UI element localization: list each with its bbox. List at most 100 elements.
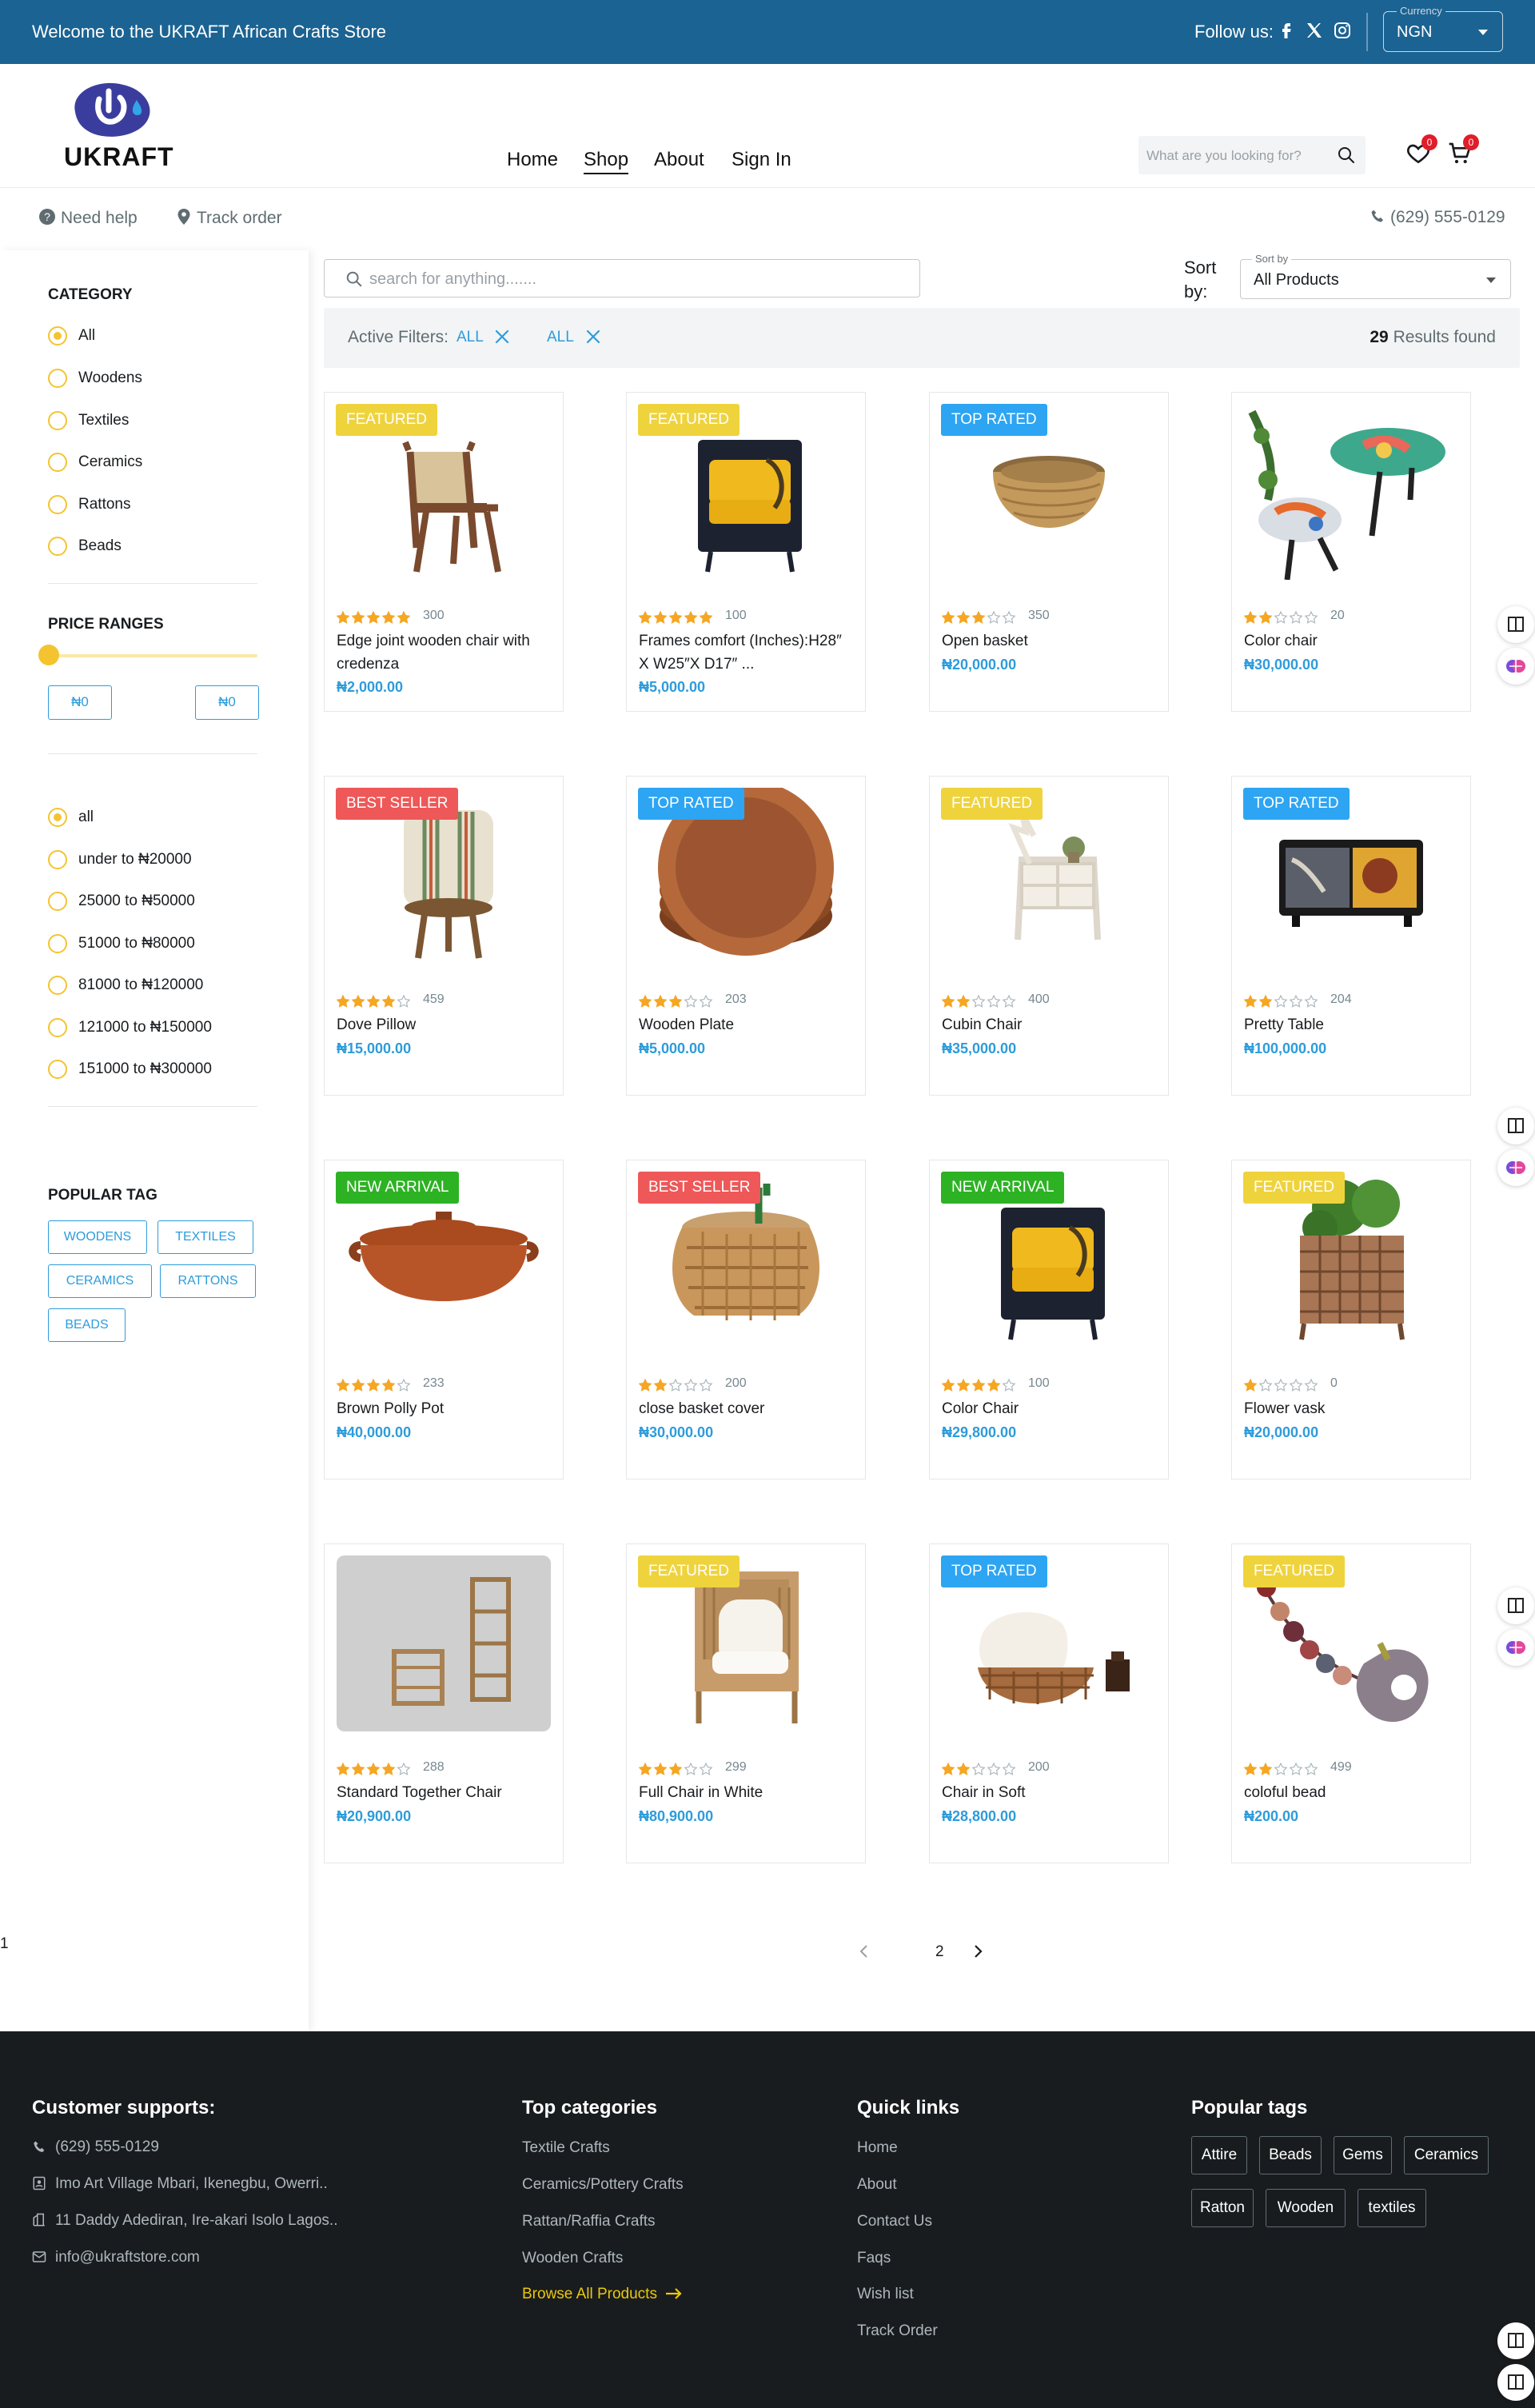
category-option-rattons[interactable]: Rattons bbox=[48, 495, 130, 514]
instagram-icon[interactable] bbox=[1333, 21, 1352, 40]
price-slider-track[interactable] bbox=[48, 654, 257, 657]
product-name[interactable]: Cubin Chair bbox=[942, 1013, 1158, 1036]
radio-button[interactable] bbox=[48, 976, 67, 995]
product-name[interactable]: Flower vask bbox=[1244, 1397, 1460, 1420]
footer-tag[interactable]: Ratton bbox=[1191, 2189, 1254, 2227]
category-option-all[interactable]: All bbox=[48, 326, 95, 345]
radio-button[interactable] bbox=[48, 326, 67, 345]
footer-quick-link[interactable]: Faqs bbox=[857, 2250, 891, 2267]
product-name[interactable]: Color Chair bbox=[942, 1397, 1158, 1420]
footer-quick-link[interactable]: Contact Us bbox=[857, 2213, 932, 2230]
book-widget[interactable] bbox=[1497, 606, 1534, 643]
book-widget[interactable] bbox=[1497, 2322, 1534, 2359]
category-option-beads[interactable]: Beads bbox=[48, 537, 122, 556]
facebook-icon[interactable] bbox=[1277, 21, 1296, 40]
product-name[interactable]: coloful bead bbox=[1244, 1781, 1460, 1804]
footer-quick-link[interactable]: Track Order bbox=[857, 2322, 938, 2340]
search-icon[interactable] bbox=[1337, 146, 1356, 165]
price-max-input[interactable]: ₦0 bbox=[195, 685, 259, 720]
product-card[interactable]: NEW ARRIVAL 100 Color Chair ₦29,800.00 bbox=[929, 1160, 1169, 1480]
chevron-left-icon[interactable] bbox=[857, 1943, 871, 1959]
radio-button[interactable] bbox=[48, 369, 67, 388]
close-icon[interactable] bbox=[492, 327, 512, 346]
product-name[interactable]: Open basket bbox=[942, 629, 1158, 653]
category-option-ceramics[interactable]: Ceramics bbox=[48, 453, 142, 472]
footer-category-link[interactable]: Textile Crafts bbox=[522, 2139, 610, 2157]
brand-name[interactable]: UKRAFT bbox=[64, 142, 174, 172]
product-card[interactable]: TOP RATED 203 Wooden Plate ₦5,000.00 bbox=[626, 776, 866, 1096]
footer-category-link[interactable]: Rattan/Raffia Crafts bbox=[522, 2213, 656, 2230]
footer-tag[interactable]: Attire bbox=[1191, 2136, 1247, 2174]
price-range-option[interactable]: 51000 to ₦80000 bbox=[48, 934, 195, 953]
page-2-button[interactable]: 2 bbox=[935, 1943, 944, 1961]
product-name[interactable]: Wooden Plate bbox=[639, 1013, 855, 1036]
product-name[interactable]: Chair in Soft bbox=[942, 1781, 1158, 1804]
close-icon[interactable] bbox=[584, 327, 603, 346]
product-card[interactable]: NEW ARRIVAL 233 Brown Polly Pot ₦40,000.00 bbox=[324, 1160, 564, 1480]
product-card[interactable]: TOP RATED 204 Pretty Table ₦100,000.00 bbox=[1231, 776, 1471, 1096]
product-search-input[interactable]: search for anything....... bbox=[324, 259, 920, 298]
plant-stand-icon[interactable] bbox=[337, 1555, 551, 1731]
footer-tag[interactable]: textiles bbox=[1358, 2189, 1426, 2227]
active-filter-chip[interactable]: ALL bbox=[457, 329, 484, 346]
product-card[interactable]: FEATURED 299 Full Chair in White ₦80,900.00 bbox=[626, 1543, 866, 1863]
footer-quick-link[interactable]: About bbox=[857, 2176, 897, 2194]
product-name[interactable]: Pretty Table bbox=[1244, 1013, 1460, 1036]
radio-button[interactable] bbox=[48, 934, 67, 953]
wishlist-button[interactable]: 0 bbox=[1405, 134, 1437, 168]
support-phone[interactable]: (629) 555-0129 bbox=[55, 2138, 159, 2156]
nav-sign-in[interactable]: Sign In bbox=[732, 149, 791, 171]
radio-button[interactable] bbox=[48, 1018, 67, 1037]
active-filter-chip[interactable]: ALL bbox=[547, 329, 574, 346]
footer-category-link[interactable]: Ceramics/Pottery Crafts bbox=[522, 2176, 684, 2194]
product-name[interactable]: Full Chair in White bbox=[639, 1781, 855, 1804]
product-card[interactable]: FEATURED 0 Flower vask ₦20,000.00 bbox=[1231, 1160, 1471, 1480]
product-card[interactable]: FEATURED 499 coloful bead ₦200.00 bbox=[1231, 1543, 1471, 1863]
product-name[interactable]: Dove Pillow bbox=[337, 1013, 552, 1036]
radio-button[interactable] bbox=[48, 808, 67, 827]
sort-select[interactable]: Sort by All Products bbox=[1240, 253, 1511, 299]
footer-quick-link[interactable]: Home bbox=[857, 2139, 898, 2157]
phone-contact[interactable]: (629) 555-0129 bbox=[1370, 208, 1505, 227]
footer-tag[interactable]: Wooden bbox=[1266, 2189, 1346, 2227]
price-range-option[interactable]: 121000 to ₦150000 bbox=[48, 1018, 212, 1037]
track-order-link[interactable]: Track order bbox=[176, 208, 282, 228]
footer-tag[interactable]: Gems bbox=[1334, 2136, 1392, 2174]
product-card[interactable]: TOP RATED 350 Open basket ₦20,000.00 bbox=[929, 392, 1169, 712]
price-range-option[interactable]: 81000 to ₦120000 bbox=[48, 976, 203, 995]
cart-button[interactable]: 0 bbox=[1447, 134, 1479, 168]
product-name[interactable]: close basket cover bbox=[639, 1397, 855, 1420]
product-name[interactable]: Edge joint wooden chair with credenza bbox=[337, 629, 552, 676]
price-range-option[interactable]: all bbox=[48, 808, 94, 827]
product-card[interactable]: 20 Color chair ₦30,000.00 bbox=[1231, 392, 1471, 712]
product-card[interactable]: BEST SELLER 200 close basket cover ₦30,000.… bbox=[626, 1160, 866, 1480]
header-search-input[interactable]: What are you looking for? bbox=[1138, 136, 1366, 174]
product-card[interactable]: FEATURED 100 Frames comfort (Inches):H28″ … bbox=[626, 392, 866, 712]
currency-select[interactable]: Currency NGN bbox=[1383, 5, 1503, 52]
category-option-woodens[interactable]: Woodens bbox=[48, 369, 142, 388]
tag-beads[interactable]: BEADS bbox=[48, 1308, 126, 1342]
product-name[interactable]: Color chair bbox=[1244, 629, 1460, 653]
ukraft-logo-icon[interactable] bbox=[67, 80, 157, 139]
nav-shop[interactable]: Shop bbox=[584, 149, 629, 174]
price-range-option[interactable]: 151000 to ₦300000 bbox=[48, 1060, 212, 1079]
page-1-button[interactable]: 1 bbox=[0, 1935, 9, 1953]
need-help-link[interactable]: ? Need help bbox=[38, 208, 138, 228]
tag-textiles[interactable]: TEXTILES bbox=[157, 1220, 253, 1254]
radio-button[interactable] bbox=[48, 495, 67, 514]
radio-button[interactable] bbox=[48, 411, 67, 430]
price-range-option[interactable]: under to ₦20000 bbox=[48, 850, 192, 869]
brain-widget[interactable] bbox=[1497, 1149, 1534, 1186]
book-widget[interactable] bbox=[1497, 2364, 1534, 2401]
product-card[interactable]: 288 Standard Together Chair ₦20,900.00 bbox=[324, 1543, 564, 1863]
product-name[interactable]: Brown Polly Pot bbox=[337, 1397, 552, 1420]
brain-widget[interactable] bbox=[1497, 648, 1534, 685]
book-widget[interactable] bbox=[1497, 1587, 1534, 1624]
radio-button[interactable] bbox=[48, 850, 67, 869]
book-widget[interactable] bbox=[1497, 1108, 1534, 1144]
category-option-textiles[interactable]: Textiles bbox=[48, 411, 129, 430]
radio-button[interactable] bbox=[48, 892, 67, 911]
price-range-option[interactable]: 25000 to ₦50000 bbox=[48, 892, 195, 911]
stool-icon[interactable] bbox=[1244, 404, 1458, 580]
product-name[interactable]: Frames comfort (Inches):H28″ X W25″X D17… bbox=[639, 629, 855, 676]
